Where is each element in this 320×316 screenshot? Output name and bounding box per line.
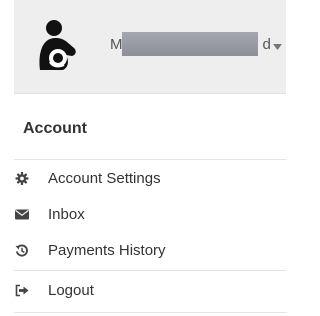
menu-item-payments-history[interactable]: Payments History [0,232,286,268]
breastfeeding-icon [39,20,76,70]
history-icon [15,244,28,257]
menu-item-inbox[interactable]: Inbox [0,196,286,232]
menu-item-logout[interactable]: Logout [0,272,286,308]
menu-divider [14,312,286,313]
menu-item-label: Payments History [48,242,166,259]
menu-item-label: Account Settings [48,170,161,187]
redacted-name-block [122,32,258,56]
menu-divider [14,270,286,271]
logout-icon [15,284,29,297]
account-section-header: Account [14,94,286,160]
menu-item-label: Inbox [48,206,85,223]
menu-item-account-settings[interactable]: Account Settings [0,160,286,196]
menu-item-label: Logout [48,282,94,299]
section-title: Account [23,120,87,137]
envelope-icon [15,209,29,220]
user-profile-header[interactable]: Md [14,0,286,94]
caret-down-icon[interactable] [273,44,282,50]
gear-icon [15,172,29,185]
